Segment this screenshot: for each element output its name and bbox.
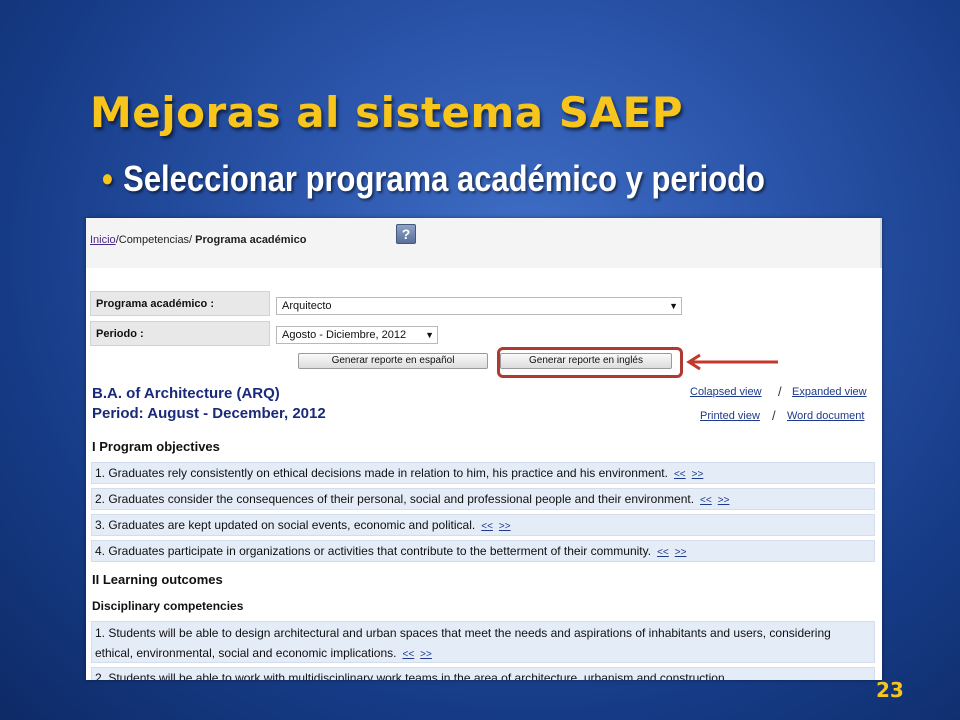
view-separator: / bbox=[772, 408, 776, 423]
period-chevron-down-icon: ▼ bbox=[425, 330, 434, 340]
printed-view-link[interactable]: Printed view bbox=[700, 410, 760, 422]
breadcrumb: Inicio/Competencias/ Programa académico bbox=[90, 234, 306, 246]
slide-bullet: • Seleccionar programa académico y period… bbox=[102, 158, 765, 200]
word-document-link[interactable]: Word document bbox=[787, 410, 864, 422]
objective-row: 2. Graduates consider the consequences o… bbox=[91, 488, 875, 510]
pointer-arrow-icon bbox=[686, 353, 778, 371]
expand-link[interactable]: >> bbox=[499, 521, 511, 532]
program-period: Period: August - December, 2012 bbox=[92, 405, 326, 422]
objective-text: 4. Graduates participate in organization… bbox=[95, 544, 652, 558]
collapse-link[interactable]: << bbox=[402, 649, 414, 660]
page-number: 23 bbox=[876, 678, 904, 702]
collapse-link[interactable]: << bbox=[700, 495, 712, 506]
competency-text: 1. Students will be able to design archi… bbox=[95, 626, 831, 660]
objective-text: 2. Graduates consider the consequences o… bbox=[95, 492, 695, 506]
expand-link[interactable]: >> bbox=[718, 495, 730, 506]
objective-row: 3. Graduates are kept updated on social … bbox=[91, 514, 875, 536]
competency-text: 2. Students will be able to work with mu… bbox=[95, 671, 725, 680]
app-header: Inicio/Competencias/ Programa académico … bbox=[86, 218, 882, 268]
objective-row: 1. Graduates rely consistently on ethica… bbox=[91, 462, 875, 484]
expand-link[interactable]: >> bbox=[420, 649, 432, 660]
breadcrumb-home-link[interactable]: Inicio bbox=[90, 234, 116, 246]
help-icon[interactable]: ? bbox=[396, 224, 416, 244]
expanded-view-link[interactable]: Expanded view bbox=[792, 386, 867, 398]
highlight-box bbox=[497, 347, 683, 378]
objectives-heading: I Program objectives bbox=[92, 439, 220, 454]
program-select-value: Arquitecto bbox=[282, 300, 332, 312]
app-screenshot: Inicio/Competencias/ Programa académico … bbox=[86, 218, 882, 680]
objective-text: 3. Graduates are kept updated on social … bbox=[95, 518, 476, 532]
breadcrumb-current: Programa académico bbox=[195, 234, 307, 246]
period-select-value: Agosto - Diciembre, 2012 bbox=[282, 329, 407, 341]
expand-link[interactable]: >> bbox=[692, 469, 704, 480]
objective-text: 1. Graduates rely consistently on ethica… bbox=[95, 466, 668, 480]
competency-row: 1. Students will be able to design archi… bbox=[91, 621, 875, 663]
collapse-link[interactable]: << bbox=[481, 521, 493, 532]
program-title: B.A. of Architecture (ARQ) bbox=[92, 385, 280, 402]
bullet-dot-icon: • bbox=[102, 158, 113, 199]
disciplinary-heading: Disciplinary competencies bbox=[92, 599, 244, 613]
competency-row: 2. Students will be able to work with mu… bbox=[91, 667, 875, 680]
objective-row: 4. Graduates participate in organization… bbox=[91, 540, 875, 562]
bullet-text: Seleccionar programa académico y periodo bbox=[123, 158, 765, 199]
program-select[interactable]: Arquitecto ▼ bbox=[276, 297, 682, 315]
expand-link[interactable]: >> bbox=[675, 547, 687, 558]
collapsed-view-link[interactable]: Colapsed view bbox=[690, 386, 762, 398]
slide-title: Mejoras al sistema SAEP bbox=[90, 88, 683, 137]
program-chevron-down-icon: ▼ bbox=[669, 301, 678, 311]
period-label: Periodo : bbox=[90, 321, 270, 346]
generate-spanish-report-button[interactable]: Generar reporte en español bbox=[298, 353, 488, 369]
collapse-link[interactable]: << bbox=[657, 547, 669, 558]
outcomes-heading: II Learning outcomes bbox=[92, 572, 223, 587]
period-select[interactable]: Agosto - Diciembre, 2012 ▼ bbox=[276, 326, 438, 344]
collapse-link[interactable]: << bbox=[674, 469, 686, 480]
program-label: Programa académico : bbox=[90, 291, 270, 316]
view-separator: / bbox=[778, 384, 782, 399]
breadcrumb-middle: /Competencias/ bbox=[115, 234, 196, 246]
